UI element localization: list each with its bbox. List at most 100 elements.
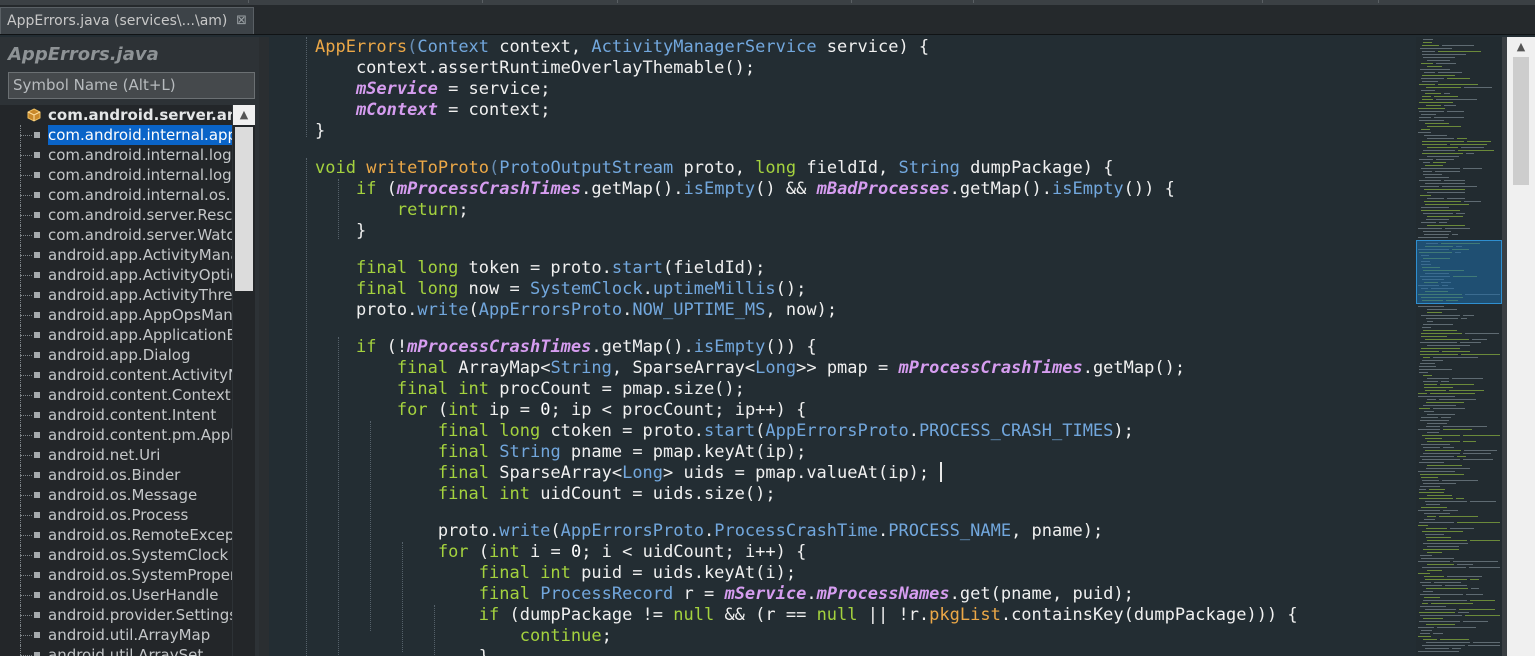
tree-item-import[interactable]: android.os.Binder	[0, 465, 232, 485]
minimap-viewport[interactable]	[1416, 240, 1502, 304]
minimap-line	[1423, 213, 1453, 214]
symbol-outline-panel: AppErrors.java Symbol Name (Alt+L) com.a…	[0, 37, 259, 656]
minimap-line	[1425, 339, 1469, 340]
minimap-line	[1427, 60, 1450, 61]
minimap-line	[1427, 378, 1449, 379]
symbol-search-input[interactable]: Symbol Name (Alt+L)	[8, 72, 255, 99]
tree-item-import[interactable]: android.os.Message	[0, 485, 232, 505]
minimap-line	[1427, 414, 1455, 415]
minimap-line	[1445, 585, 1467, 586]
minimap-line	[1421, 315, 1460, 316]
minimap-line	[1426, 402, 1464, 403]
minimap-line	[1418, 228, 1442, 229]
toolbar-separator	[617, 0, 618, 3]
tree-guide-line	[20, 395, 32, 396]
tree-item-import[interactable]: android.os.Process	[0, 505, 232, 525]
tree-item-import[interactable]: android.os.RemoteExcept	[0, 525, 232, 545]
editor-vertical-scrollbar[interactable]: ▲	[1507, 37, 1535, 656]
minimap-line	[1459, 609, 1495, 610]
minimap-line	[1429, 489, 1445, 490]
code-token: String	[898, 158, 960, 178]
minimap-line	[1430, 393, 1475, 394]
minimap-line	[1442, 186, 1477, 187]
minimap-line	[1418, 651, 1459, 652]
tree-item-import[interactable]: android.util.ArrayMap	[0, 625, 232, 645]
minimap-line	[1419, 372, 1428, 373]
tree-item-import[interactable]: android.os.UserHandle	[0, 585, 232, 605]
code-token: = context;	[437, 100, 551, 120]
minimap-line	[1422, 360, 1443, 361]
tree-item-import[interactable]: android.content.ActivityN	[0, 365, 232, 385]
tree-guide-line	[20, 475, 32, 476]
minimap-line	[1422, 141, 1464, 142]
tree-item-import[interactable]: com.android.internal.logg	[0, 145, 232, 165]
minimap-line	[1460, 342, 1481, 343]
minimap-line	[1424, 513, 1450, 514]
minimap-line	[1419, 102, 1453, 103]
code-token: ();	[775, 279, 807, 299]
tree-item-import[interactable]: android.content.pm.Appl	[0, 425, 232, 445]
tree-item-import[interactable]: android.util.ArraySet	[0, 645, 232, 656]
tree-item-import[interactable]: android.app.Dialog	[0, 345, 232, 365]
tree-item-import[interactable]: android.content.Intent	[0, 405, 232, 425]
code-minimap[interactable]	[1416, 37, 1502, 656]
tree-item-import[interactable]: com.android.server.Watch	[0, 225, 232, 245]
tree-item-label: com.android.server.Watch	[48, 226, 232, 244]
tree-item-import[interactable]: android.app.ActivityThrea	[0, 285, 232, 305]
minimap-line	[1470, 540, 1500, 541]
close-tab-icon[interactable]: ⊠	[236, 8, 247, 34]
symbol-tree-scrollbar[interactable]: ▲	[233, 105, 255, 656]
minimap-line	[1457, 138, 1467, 139]
code-token: (	[427, 400, 449, 420]
panel-splitter[interactable]	[259, 37, 269, 656]
tree-item-import[interactable]: android.net.Uri	[0, 445, 232, 465]
minimap-line	[1466, 153, 1474, 154]
minimap-line	[1418, 393, 1427, 394]
code-token: mProcessNames	[816, 584, 950, 604]
minimap-line	[1422, 327, 1431, 328]
minimap-line	[1441, 381, 1449, 382]
tree-guide-line	[20, 375, 32, 376]
code-token: void	[315, 158, 356, 178]
tree-item-import[interactable]: com.android.server.Rescu	[0, 205, 232, 225]
code-editor[interactable]: AppErrors(Context context, ActivityManag…	[269, 37, 1416, 656]
file-tab-apperrors[interactable]: AppErrors.java (services\...\am) ⊠	[0, 7, 254, 34]
toolbar-separator	[1262, 0, 1263, 3]
editor-tab-bar: AppErrors.java (services\...\am) ⊠	[0, 5, 1535, 35]
tree-item-label: android.app.ActivityThrea	[48, 286, 232, 304]
import-icon	[34, 352, 40, 358]
symbol-tree[interactable]: com.android.server.am com.android.interna…	[0, 105, 232, 656]
minimap-line	[1425, 438, 1442, 439]
tree-item-label: android.provider.Settings	[48, 606, 232, 624]
scroll-up-arrow-icon[interactable]: ▲	[233, 105, 255, 125]
scroll-thumb[interactable]	[1513, 57, 1529, 185]
minimap-line	[1421, 210, 1460, 211]
tree-item-import[interactable]: android.os.SystemClock	[0, 545, 232, 565]
tree-item-import[interactable]: android.app.AppOpsMan	[0, 305, 232, 325]
outline-title: AppErrors.java	[8, 44, 159, 65]
tree-item-import[interactable]: android.os.SystemProper	[0, 565, 232, 585]
minimap-line	[1419, 489, 1426, 490]
code-line: if (mProcessCrashTimes.getMap().isEmpty(…	[315, 179, 1175, 200]
minimap-line	[1439, 399, 1476, 400]
minimap-line	[1427, 192, 1465, 193]
tree-item-import[interactable]: android.app.ActivityOptio	[0, 265, 232, 285]
tree-item-import[interactable]: com.android.internal.app	[0, 125, 232, 145]
tree-item-import[interactable]: android.provider.Settings	[0, 605, 232, 625]
code-token: pname = pmap.keyAt(ip);	[560, 442, 807, 462]
tree-item-package[interactable]: com.android.server.am	[0, 105, 232, 125]
tree-item-import[interactable]: android.app.ActivityMana	[0, 245, 232, 265]
minimap-line	[1423, 42, 1432, 43]
scroll-thumb[interactable]	[235, 127, 253, 291]
minimap-line	[1423, 549, 1459, 550]
tree-item-import[interactable]: android.app.ApplicationE	[0, 325, 232, 345]
code-token: ;	[601, 626, 612, 646]
tree-item-import[interactable]: com.android.internal.logg	[0, 165, 232, 185]
minimap-line	[1425, 204, 1469, 205]
tree-item-import[interactable]: com.android.internal.os.P	[0, 185, 232, 205]
minimap-line	[1472, 339, 1487, 340]
tree-item-import[interactable]: android.content.Context	[0, 385, 232, 405]
code-token: procCount = pmap.size();	[489, 379, 745, 399]
scroll-up-arrow-icon[interactable]: ▲	[1507, 37, 1535, 57]
